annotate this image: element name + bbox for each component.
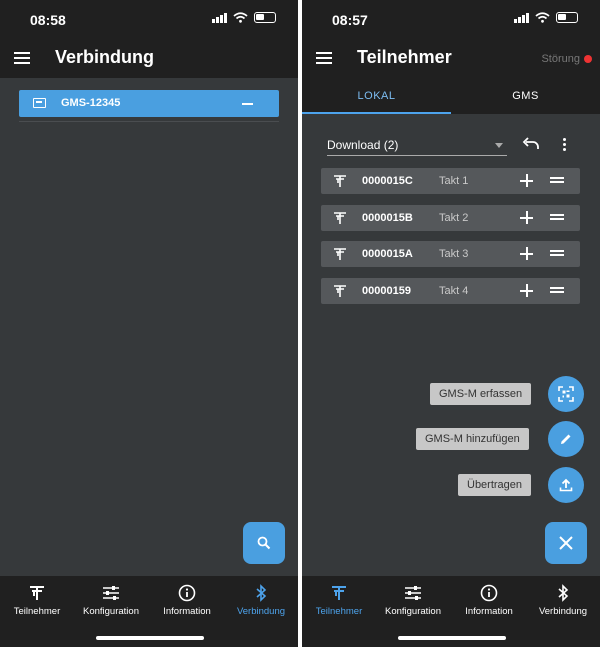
info-icon [178,584,196,602]
participant-takt: Takt 3 [439,248,469,260]
tab-bar: LOKAL GMS [302,78,600,114]
bluetooth-icon [256,584,267,602]
fab-label-uebertragen[interactable]: Übertragen [458,474,532,496]
screen-verbindung: 08:58 Verbindung GMS-12345 Teilnehmer Ko… [0,0,298,647]
nav-information[interactable]: Information [452,582,526,617]
participant-takt: Takt 1 [439,175,469,187]
participant-icon [334,212,346,224]
reorder-icon[interactable] [550,250,564,258]
search-button[interactable] [243,522,285,564]
sliders-icon [405,586,421,600]
app-bar: Verbindung [0,40,298,78]
participant-id: 0000015A [362,248,413,260]
home-indicator [398,636,506,640]
disconnect-icon[interactable] [242,103,253,105]
menu-icon[interactable] [14,52,30,64]
nav-information[interactable]: Information [150,582,224,617]
nav-label: Verbindung [538,606,588,617]
nav-konfiguration[interactable]: Konfiguration [74,582,148,617]
page-title: Teilnehmer [357,47,452,67]
signal-icon [514,12,529,23]
nav-label: Konfiguration [385,606,441,617]
reorder-icon[interactable] [550,177,564,185]
bluetooth-icon [558,584,569,602]
participant-row[interactable]: 00000159 Takt 4 [321,278,580,304]
caret-down-icon [495,143,503,148]
fault-label: Störung [541,53,580,65]
reorder-icon[interactable] [550,214,564,222]
participant-row[interactable]: 0000015C Takt 1 [321,168,580,194]
nav-label: Information [163,606,211,617]
undo-icon[interactable] [522,137,540,151]
tab-lokal[interactable]: LOKAL [302,78,451,114]
pencil-icon [561,434,571,444]
nav-teilnehmer[interactable]: Teilnehmer [0,582,74,617]
fab-label-hinzufuegen[interactable]: GMS-M hinzufügen [416,428,529,450]
add-manual-button[interactable] [548,421,584,457]
nav-label: Information [465,606,513,617]
signal-icon [212,12,227,23]
home-indicator [96,636,204,640]
screen-teilnehmer: 08:57 Teilnehmer Störung LOKAL GMS Downl… [302,0,600,647]
download-select[interactable]: Download (2) [327,134,507,156]
participant-id: 0000015B [362,212,413,224]
tab-gms[interactable]: GMS [451,78,600,114]
participant-icon [334,248,346,260]
status-bar: 08:57 [302,0,600,40]
participant-icon [334,285,346,297]
nav-label: Teilnehmer [315,606,363,617]
qr-scan-icon [558,386,574,402]
add-icon[interactable] [520,284,533,297]
app-bar: Teilnehmer Störung [302,40,600,78]
menu-icon[interactable] [316,52,332,64]
fault-dot-icon [584,55,592,63]
status-time: 08:57 [332,12,368,28]
add-icon[interactable] [520,247,533,260]
close-fab-button[interactable] [545,522,587,564]
participant-row[interactable]: 0000015A Takt 3 [321,241,580,267]
device-card-icon [33,98,46,108]
connection-item[interactable]: GMS-12345 [19,90,279,117]
battery-icon [556,12,578,23]
nav-label: Konfiguration [83,606,139,617]
status-bar: 08:58 [0,0,298,40]
bottom-navigation: Teilnehmer Konfiguration Information Ver… [302,576,600,647]
divider [19,121,279,122]
fault-indicator: Störung [541,53,592,65]
info-icon [480,584,498,602]
nav-konfiguration[interactable]: Konfiguration [376,582,450,617]
connection-label: GMS-12345 [61,97,121,109]
wifi-icon [535,12,550,23]
upload-icon [559,478,573,492]
participant-id: 00000159 [362,285,411,297]
bottom-navigation: Teilnehmer Konfiguration Information Ver… [0,576,298,647]
scan-button[interactable] [548,376,584,412]
nav-verbindung[interactable]: Verbindung [526,582,600,617]
nav-label: Verbindung [236,606,286,617]
sliders-icon [103,586,119,600]
more-options-icon[interactable] [562,138,566,151]
participants-icon [30,586,44,600]
upload-button[interactable] [548,467,584,503]
add-icon[interactable] [520,174,533,187]
participant-icon [334,175,346,187]
download-select-value: Download (2) [327,138,399,152]
nav-label: Teilnehmer [13,606,61,617]
add-icon[interactable] [520,211,533,224]
battery-icon [254,12,276,23]
page-title: Verbindung [55,47,154,67]
wifi-icon [233,12,248,23]
fab-label-erfassen[interactable]: GMS-M erfassen [430,383,532,405]
status-time: 08:58 [30,12,66,28]
close-icon [559,536,573,550]
search-icon [257,536,271,550]
participant-takt: Takt 2 [439,212,469,224]
nav-teilnehmer[interactable]: Teilnehmer [302,582,376,617]
reorder-icon[interactable] [550,287,564,295]
participant-id: 0000015C [362,175,413,187]
participant-takt: Takt 4 [439,285,469,297]
nav-verbindung[interactable]: Verbindung [224,582,298,617]
participant-row[interactable]: 0000015B Takt 2 [321,205,580,231]
participants-icon [332,586,346,600]
